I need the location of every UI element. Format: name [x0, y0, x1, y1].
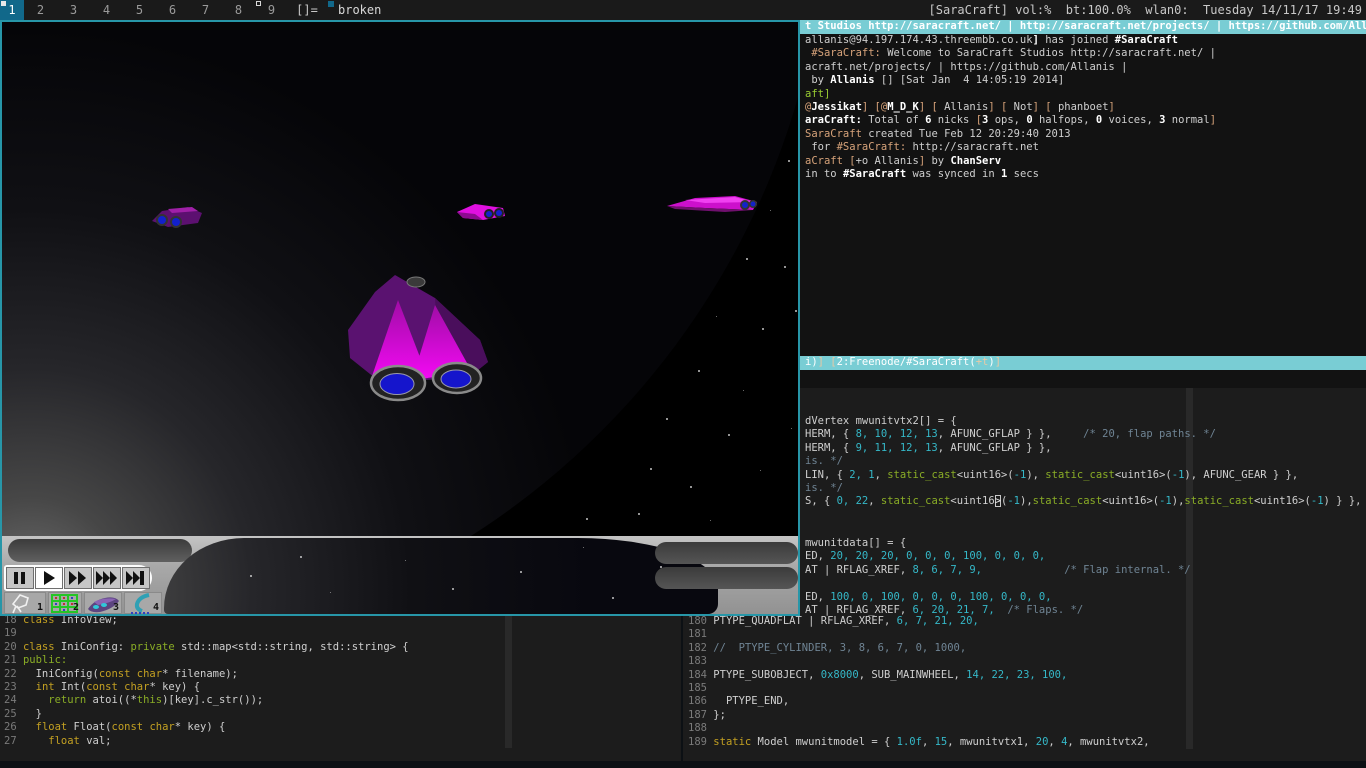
skip-end-button[interactable] [122, 567, 150, 589]
tag-occupied-indicator [256, 1, 261, 6]
focused-window-title: broken [326, 0, 381, 20]
spaceship-small-2 [455, 200, 507, 224]
star [520, 571, 522, 573]
star [743, 390, 744, 391]
star [746, 258, 748, 260]
spaceship-small-3 [665, 192, 760, 218]
workspace-tag-4[interactable]: 4 [90, 0, 123, 20]
tag-label: 4 [103, 3, 110, 17]
star [784, 266, 786, 268]
tag-label: 3 [70, 3, 77, 17]
tag-occupied-indicator [1, 1, 6, 6]
viewer-toolbar: 1 2 [2, 536, 798, 614]
workspace-tag-3[interactable]: 3 [57, 0, 90, 20]
star [330, 592, 331, 593]
star [300, 556, 302, 558]
star [762, 328, 764, 330]
star [650, 468, 652, 470]
grabber-icon [7, 593, 35, 614]
dwm-status-bar: 1 2 3 4 5 6 7 8 9 []= broken [SaraCraft] vol:% b… [0, 0, 1366, 20]
model-viewer-window[interactable]: 1 2 [0, 20, 800, 616]
star [698, 370, 700, 372]
skip-end-icon [126, 571, 146, 585]
workspace-tag-9[interactable]: 9 [255, 0, 288, 20]
star [690, 486, 692, 488]
code-fragment-block-1: dVertex mwunitvtx2[] = {HERM, { 8, 10, 1… [805, 415, 1361, 509]
fast-forward-2-button[interactable] [93, 567, 121, 589]
star [638, 513, 640, 515]
tag-label: 8 [235, 3, 242, 17]
pause-icon [13, 571, 27, 585]
tool-icon-row: 1 2 [4, 592, 162, 614]
info-pill-1[interactable] [655, 542, 798, 564]
spaceship-small-1 [148, 203, 206, 231]
fast-forward-2-icon [96, 571, 118, 585]
vim-status-line: "l3d.h" 103L, 3295C 1,1 Top [0, 748, 681, 761]
tool-hook-button[interactable]: 4 [124, 592, 162, 614]
fast-forward-button[interactable] [64, 567, 92, 589]
star [795, 310, 797, 312]
star [788, 160, 790, 162]
star [770, 210, 771, 211]
star [760, 470, 761, 471]
tag-label: 1 [8, 3, 15, 17]
play-button[interactable] [35, 567, 63, 589]
play-icon [43, 571, 56, 585]
star [452, 588, 454, 590]
toolbar-space-cutout [164, 538, 718, 614]
code-numbered-lines: 18 class InfoView;1920 class IniConfig: … [4, 614, 409, 748]
tool-grid-button[interactable]: 2 [48, 592, 82, 614]
tag-label: 9 [268, 3, 275, 17]
timeline-slider[interactable] [8, 539, 192, 562]
code-fragment-block-2: mwunitdata[] = {ED, 20, 20, 20, 0, 0, 0,… [805, 537, 1191, 617]
star [716, 316, 717, 317]
workspace-tag-6[interactable]: 6 [156, 0, 189, 20]
star [791, 428, 792, 429]
star [710, 520, 711, 521]
vim-status-line: "sbre/models.cpp" [dos] 1267L, 48786C wr… [683, 749, 1366, 761]
workspace-tags: 1 2 3 4 5 6 7 8 9 [0, 0, 288, 20]
tag-label: 5 [136, 3, 143, 17]
star [583, 547, 584, 548]
tag-label: 6 [169, 3, 176, 17]
star [405, 560, 406, 561]
tag-label: 7 [202, 3, 209, 17]
window-indicator-square [328, 1, 334, 7]
pause-button[interactable] [6, 567, 34, 589]
code-numbered-lines: 180 PTYPE_QUADFLAT | RFLAG_XREF, 6, 7, 2… [688, 615, 1150, 749]
workspace-tag-5[interactable]: 5 [123, 0, 156, 20]
statusbar-text: [SaraCraft] vol:% bt:100.0% wlan0: Tuesd… [929, 0, 1362, 20]
star [250, 575, 252, 577]
playback-controls [4, 565, 152, 591]
layout-indicator[interactable]: []= [288, 0, 326, 20]
fast-forward-icon [69, 571, 87, 585]
workspace-tag-8[interactable]: 8 [222, 0, 255, 20]
star [728, 434, 730, 436]
tag-label: 2 [37, 3, 44, 17]
space-viewport: 1 2 [2, 22, 798, 614]
irc-topic-text: t Studios http://saracraft.net/ | http:/… [805, 20, 1366, 33]
tool-ship-button[interactable]: 3 [84, 592, 122, 614]
spaceship-main [340, 270, 495, 405]
workspace-tag-2[interactable]: 2 [24, 0, 57, 20]
tool-grab-button[interactable]: 1 [4, 592, 46, 614]
irc-statusbar-text: i)] [2:Freenode/#SaraCraft(+t)] [805, 356, 1001, 369]
star [612, 597, 614, 599]
info-pill-2[interactable] [655, 567, 798, 589]
workspace-tag-1[interactable]: 1 [0, 0, 24, 20]
irc-message-log: allanis@94.197.174.43.threembb.co.uk] ha… [805, 34, 1366, 181]
star [666, 418, 668, 420]
workspace-tag-7[interactable]: 7 [189, 0, 222, 20]
star [586, 518, 588, 520]
